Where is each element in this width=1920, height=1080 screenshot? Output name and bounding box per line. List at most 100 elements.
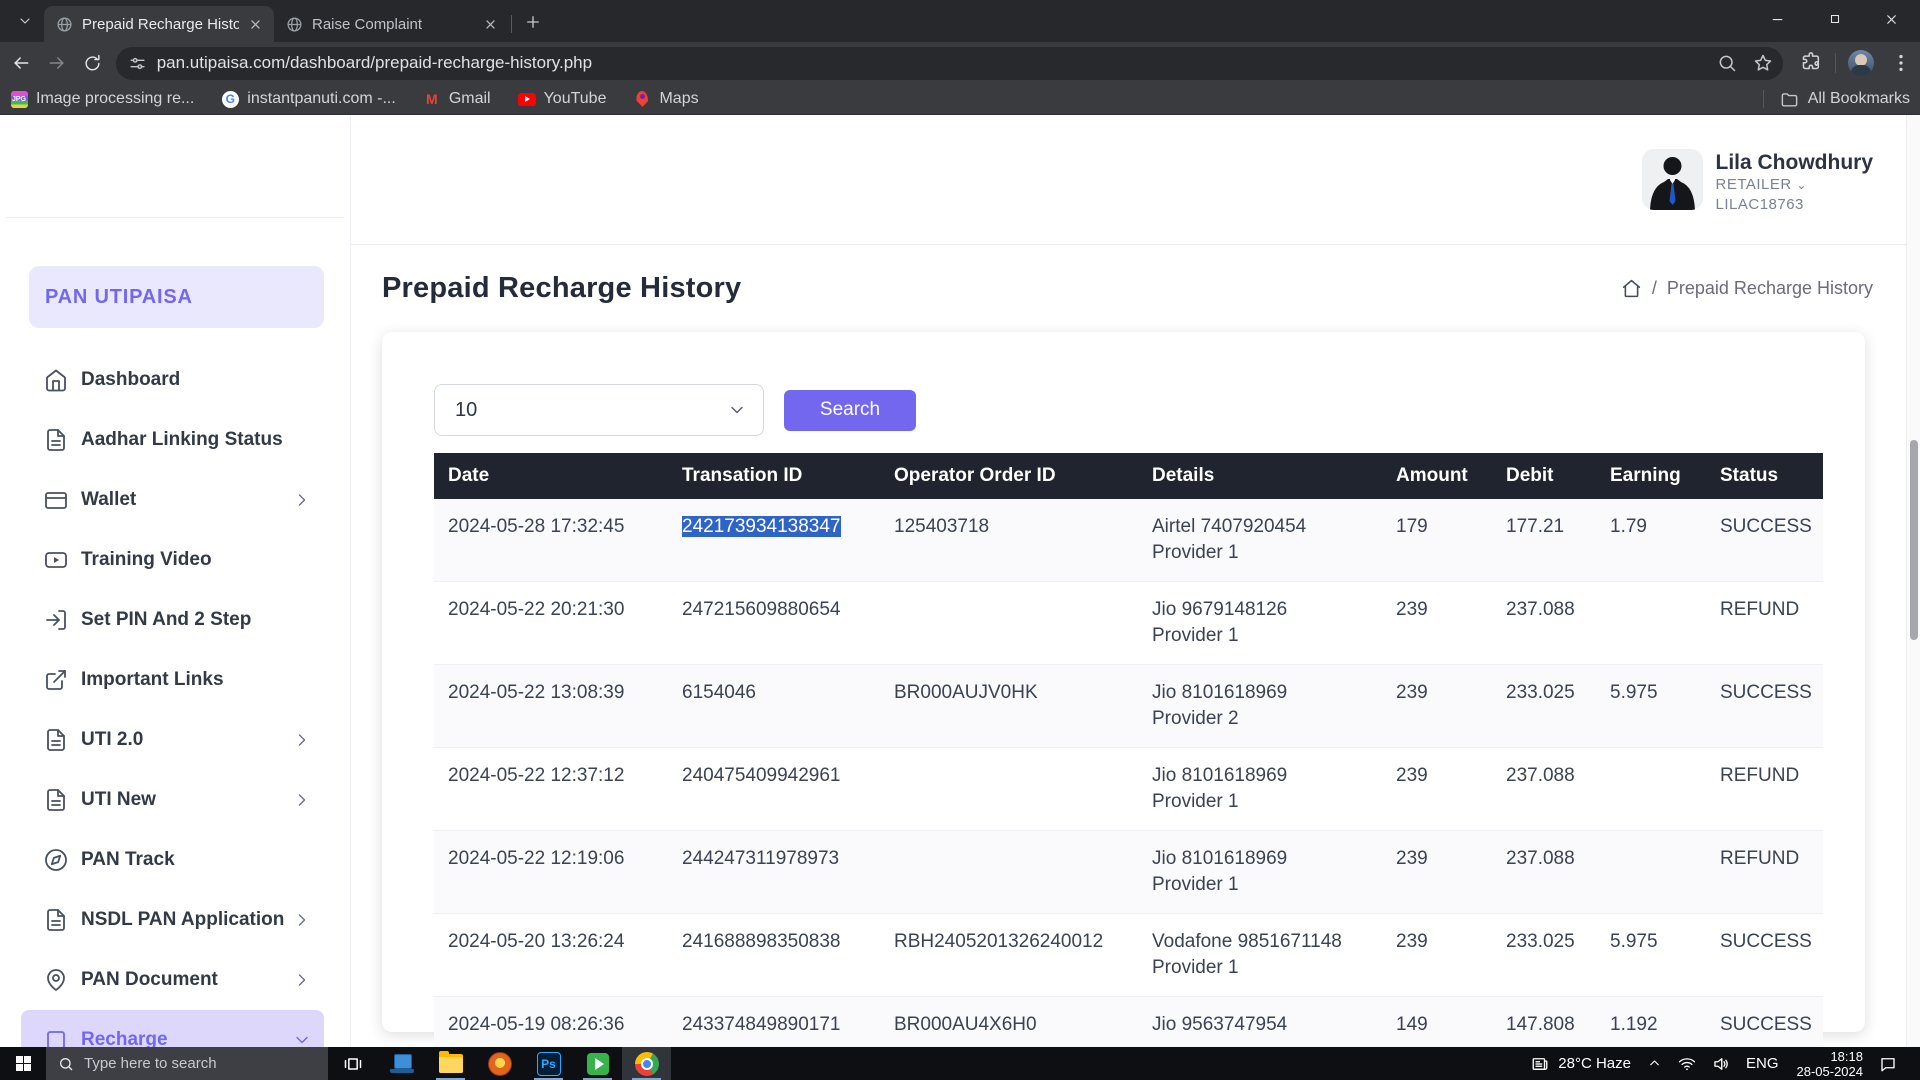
sidebar: PAN UTIPAISA Dashboard Aadhar Linking St…: [0, 115, 351, 1047]
cell-date: 2024-05-28 17:32:45: [434, 499, 668, 582]
link-icon: [44, 668, 68, 692]
table-row: 2024-05-28 17:32:45 242173934138347 1254…: [434, 499, 1823, 582]
sidebar-item-set-pin-and-2-step[interactable]: Set PIN And 2 Step: [21, 590, 324, 650]
clock[interactable]: 18:18 28-05-2024: [1797, 1049, 1864, 1079]
tray-expand-icon[interactable]: [1647, 1056, 1662, 1071]
cell-details: Jio 8101618969Provider 1: [1138, 748, 1382, 831]
bookmark-star-icon[interactable]: [1753, 53, 1773, 73]
user-block[interactable]: Lila Chowdhury RETAILER ⌄ LILAC18763: [1642, 149, 1874, 214]
sidebar-item-uti-new[interactable]: UTI New: [21, 770, 324, 830]
close-button[interactable]: [1863, 0, 1920, 38]
zoom-icon[interactable]: [1717, 53, 1737, 73]
tab-close-icon[interactable]: [247, 16, 264, 33]
bookmark-gmail[interactable]: M Gmail: [423, 90, 491, 108]
cell-debit: 177.21: [1492, 499, 1596, 582]
cell-debit: 233.025: [1492, 665, 1596, 748]
bookmark-image-processing-re[interactable]: JPG Image processing re...: [10, 90, 194, 108]
cell-amount: 239: [1382, 582, 1492, 665]
address-bar[interactable]: pan.utipaisa.com/dashboard/prepaid-recha…: [116, 47, 1783, 80]
chrome-icon[interactable]: [622, 1047, 671, 1080]
minimize-button[interactable]: [1749, 0, 1806, 38]
chevron-right-icon: [292, 790, 312, 810]
cell-amount: 239: [1382, 665, 1492, 748]
page-size-select[interactable]: 10: [434, 384, 764, 436]
play-app-icon[interactable]: [573, 1047, 622, 1080]
sidebar-item-recharge[interactable]: Recharge: [21, 1010, 324, 1047]
sidebar-item-important-links[interactable]: Important Links: [21, 650, 324, 710]
folder-icon: [1780, 90, 1799, 109]
page-scrollbar[interactable]: [1906, 115, 1920, 1047]
forward-icon[interactable]: [42, 48, 72, 78]
topbar: Lila Chowdhury RETAILER ⌄ LILAC18763: [351, 115, 1920, 245]
column-header-amount: Amount: [1382, 453, 1492, 499]
sidebar-item-aadhar-linking-status[interactable]: Aadhar Linking Status: [21, 410, 324, 470]
pin-icon: [44, 968, 68, 992]
sidebar-item-pan-document[interactable]: PAN Document: [21, 950, 324, 1010]
tab-close-icon[interactable]: [482, 16, 499, 33]
tab-inactive[interactable]: Raise Complaint: [274, 6, 509, 42]
brand-text: PAN UTIPAISA: [45, 286, 193, 309]
tab-active[interactable]: Prepaid Recharge History: [44, 6, 274, 42]
cell-status: REFUND: [1706, 748, 1823, 831]
wifi-icon[interactable]: [1678, 1055, 1696, 1073]
photoshop-icon[interactable]: Ps: [524, 1047, 573, 1080]
sidebar-item-nsdl-pan-application[interactable]: NSDL PAN Application: [21, 890, 324, 950]
user-name: Lila Chowdhury: [1716, 151, 1874, 175]
compass-app-icon[interactable]: [475, 1047, 524, 1080]
column-header-transation-id: Transation ID: [668, 453, 880, 499]
taskbar: Ps 28°C Haze ENG 18:18 28-05-2024: [0, 1047, 1920, 1080]
tab-search-icon[interactable]: [8, 4, 42, 38]
notification-icon[interactable]: [1879, 1055, 1897, 1073]
sidebar-item-dashboard[interactable]: Dashboard: [21, 350, 324, 410]
sidebar-item-uti-2-0[interactable]: UTI 2.0: [21, 710, 324, 770]
breadcrumb-separator: /: [1652, 278, 1657, 299]
maximize-button[interactable]: [1806, 0, 1863, 38]
date: 28-05-2024: [1797, 1064, 1864, 1079]
sidebar-item-training-video[interactable]: Training Video: [21, 530, 324, 590]
cell-earning: 5.975: [1596, 665, 1706, 748]
scrollbar-thumb[interactable]: [1910, 440, 1918, 640]
home-icon[interactable]: [1621, 278, 1642, 299]
chevron-down-icon: [727, 400, 747, 420]
back-icon[interactable]: [6, 48, 36, 78]
new-tab-button[interactable]: [520, 9, 546, 35]
menu-kebab-icon[interactable]: [1890, 52, 1912, 74]
page-title: Prepaid Recharge History: [382, 272, 741, 305]
jpg-icon: JPG: [10, 90, 28, 108]
cell-date: 2024-05-19 08:26:36: [434, 997, 668, 1048]
extensions-icon[interactable]: [1801, 52, 1823, 74]
language-indicator[interactable]: ENG: [1746, 1055, 1779, 1072]
site-info-icon[interactable]: [128, 54, 147, 73]
cell-operator-order-id: BR000AUJV0HK: [880, 665, 1138, 748]
search-button[interactable]: Search: [784, 390, 916, 431]
cell-earning: [1596, 748, 1706, 831]
taskbar-search[interactable]: [46, 1047, 328, 1080]
sidebar-item-pan-track[interactable]: PAN Track: [21, 830, 324, 890]
file-explorer-icon[interactable]: [426, 1047, 475, 1080]
cell-details: Airtel 7407920454Provider 1: [1138, 499, 1382, 582]
bookmark-youtube[interactable]: YouTube: [518, 90, 607, 108]
profile-avatar[interactable]: [1848, 50, 1874, 76]
task-view-button[interactable]: [328, 1047, 377, 1080]
url-text[interactable]: pan.utipaisa.com/dashboard/prepaid-recha…: [157, 53, 1701, 73]
google-icon: G: [221, 90, 239, 108]
time: 18:18: [1797, 1049, 1864, 1064]
sidebar-item-wallet[interactable]: Wallet: [21, 470, 324, 530]
reload-icon[interactable]: [78, 48, 108, 78]
volume-icon[interactable]: [1712, 1055, 1730, 1073]
taskbar-search-input[interactable]: [84, 1055, 314, 1072]
cell-debit: 237.088: [1492, 831, 1596, 914]
bookmark-instantpanuti-com[interactable]: G instantpanuti.com -...: [221, 90, 396, 108]
cell-transaction-id: 243374849890171: [668, 997, 880, 1048]
column-header-details: Details: [1138, 453, 1382, 499]
cell-status: SUCCESS: [1706, 914, 1823, 997]
taskbar-pc-icon[interactable]: [377, 1047, 426, 1080]
cell-earning: [1596, 582, 1706, 665]
weather-widget[interactable]: 28°C Haze: [1531, 1055, 1631, 1073]
user-role[interactable]: RETAILER ⌄: [1716, 175, 1874, 195]
bookmark-maps[interactable]: Maps: [633, 90, 698, 108]
main-area: Lila Chowdhury RETAILER ⌄ LILAC18763 Pre…: [351, 115, 1920, 1047]
start-button[interactable]: [0, 1047, 46, 1080]
table-row: 2024-05-20 13:26:24 241688898350838 RBH2…: [434, 914, 1823, 997]
all-bookmarks[interactable]: All Bookmarks: [1763, 90, 1910, 109]
